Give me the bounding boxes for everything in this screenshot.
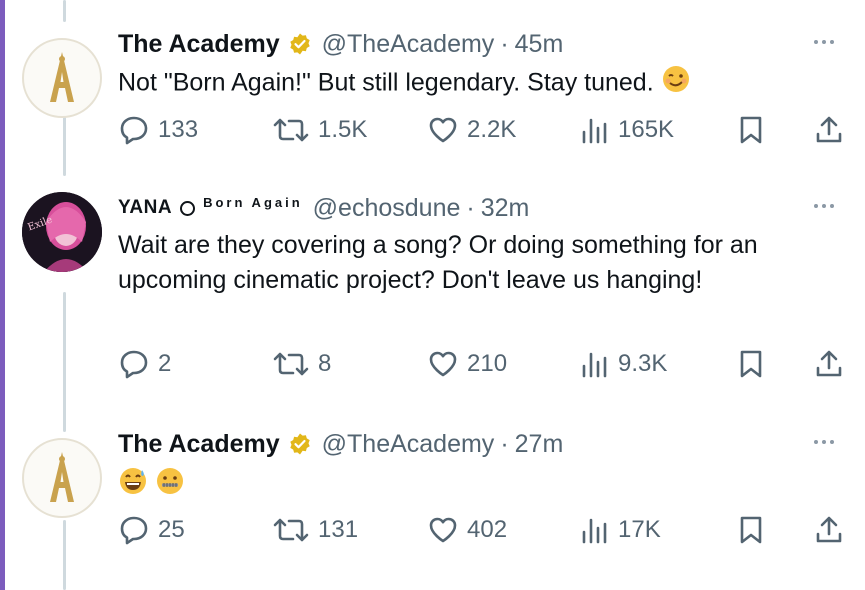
circle-icon <box>180 200 196 216</box>
retweet-count: 131 <box>318 516 359 543</box>
views-count: 9.3K <box>618 350 668 377</box>
tweet-text: Wait are they covering a song? Or doing … <box>118 231 758 294</box>
separator-dot: · <box>500 29 509 58</box>
views-count: 17K <box>618 516 661 543</box>
tweet-header: The Academy @TheAcademy · 27m <box>118 428 563 460</box>
retweet-count: 8 <box>318 350 332 377</box>
retweet-icon <box>273 118 309 142</box>
author-handle[interactable]: @TheAcademy <box>322 30 495 59</box>
reply-count: 2 <box>158 350 172 377</box>
tweet-actions: 2 8 210 9.3K <box>0 346 865 382</box>
like-button[interactable]: 402 <box>427 512 507 548</box>
share-button[interactable] <box>814 346 844 382</box>
bookmark-button[interactable] <box>738 112 764 148</box>
retweet-button[interactable]: 8 <box>272 346 331 382</box>
thread-line-top <box>63 0 66 22</box>
tweet-text-content: Not "Born Again!" But still legendary. S… <box>118 68 654 97</box>
like-button[interactable]: 210 <box>427 346 507 382</box>
reply-icon <box>120 116 148 145</box>
winking-face-emoji <box>661 64 691 104</box>
views-button[interactable]: 9.3K <box>580 346 667 382</box>
views-icon <box>582 518 607 544</box>
reply-icon <box>120 350 148 379</box>
views-icon <box>582 118 607 144</box>
bookmark-button[interactable] <box>738 346 764 382</box>
views-count: 165K <box>618 116 675 143</box>
grinning-sweat-face-emoji <box>118 466 148 506</box>
reply-count: 133 <box>158 116 199 143</box>
like-icon <box>429 117 457 143</box>
verified-badge-icon <box>288 432 312 456</box>
author-name[interactable]: The Academy <box>118 30 280 59</box>
tweet-3[interactable]: The Academy @TheAcademy · 27m 25 131 402 <box>0 428 865 578</box>
tweet-text: Not "Born Again!" But still legendary. S… <box>118 64 818 104</box>
name-suffix: Born Again <box>203 194 303 210</box>
reply-icon <box>120 516 148 545</box>
tweet-2[interactable]: Exile YANA Born Again @echosdune · 32m W… <box>0 192 865 392</box>
tweet-time[interactable]: 27m <box>515 430 564 459</box>
separator-dot: · <box>500 429 509 458</box>
bookmark-icon <box>740 350 762 378</box>
author-name[interactable]: The Academy <box>118 430 280 459</box>
more-icon[interactable] <box>814 40 834 44</box>
bookmark-icon <box>740 516 762 544</box>
retweet-button[interactable]: 1.5K <box>272 112 367 148</box>
oscar-logo-icon <box>50 452 74 502</box>
reply-button[interactable]: 2 <box>118 346 171 382</box>
tweet-header: The Academy @TheAcademy · 45m <box>118 28 563 60</box>
reply-count: 25 <box>158 516 185 543</box>
tweet-time[interactable]: 45m <box>515 30 564 59</box>
like-icon <box>429 517 457 543</box>
like-count: 210 <box>467 350 508 377</box>
more-icon[interactable] <box>814 440 834 444</box>
share-icon <box>816 516 842 543</box>
like-button[interactable]: 2.2K <box>427 112 516 148</box>
tweet-time[interactable]: 32m <box>481 194 530 223</box>
views-button[interactable]: 17K <box>580 512 661 548</box>
share-button[interactable] <box>814 512 844 548</box>
author-handle[interactable]: @TheAcademy <box>322 430 495 459</box>
bookmark-button[interactable] <box>738 512 764 548</box>
retweet-button[interactable]: 131 <box>272 512 358 548</box>
reply-button[interactable]: 25 <box>118 512 185 548</box>
avatar-yana[interactable]: Exile <box>22 192 102 272</box>
share-icon <box>816 116 842 143</box>
like-count: 402 <box>467 516 508 543</box>
tweet-actions: 25 131 402 17K <box>0 512 865 548</box>
tweet-actions: 133 1.5K 2.2K 165K <box>0 112 865 148</box>
tweet-1[interactable]: The Academy @TheAcademy · 45m Not "Born … <box>0 28 865 178</box>
avatar-image: Exile <box>22 192 102 272</box>
avatar-academy[interactable] <box>22 438 102 518</box>
retweet-icon <box>273 518 309 542</box>
like-icon <box>429 351 457 377</box>
bookmark-icon <box>740 116 762 144</box>
zipper-mouth-face-emoji <box>155 466 185 506</box>
share-icon <box>816 350 842 377</box>
share-button[interactable] <box>814 112 844 148</box>
more-icon[interactable] <box>814 204 834 208</box>
views-icon <box>582 352 607 378</box>
tweet-text <box>118 466 818 506</box>
author-handle[interactable]: @echosdune <box>313 194 461 223</box>
separator-dot: · <box>466 193 475 222</box>
avatar-academy[interactable] <box>22 38 102 118</box>
views-button[interactable]: 165K <box>580 112 674 148</box>
retweet-count: 1.5K <box>318 116 368 143</box>
tweet-header: YANA Born Again @echosdune · 32m <box>118 192 529 224</box>
author-name[interactable]: YANA <box>118 197 172 219</box>
reply-button[interactable]: 133 <box>118 112 198 148</box>
like-count: 2.2K <box>467 116 517 143</box>
retweet-icon <box>273 352 309 376</box>
verified-badge-icon <box>288 32 312 56</box>
oscar-logo-icon <box>50 52 74 102</box>
